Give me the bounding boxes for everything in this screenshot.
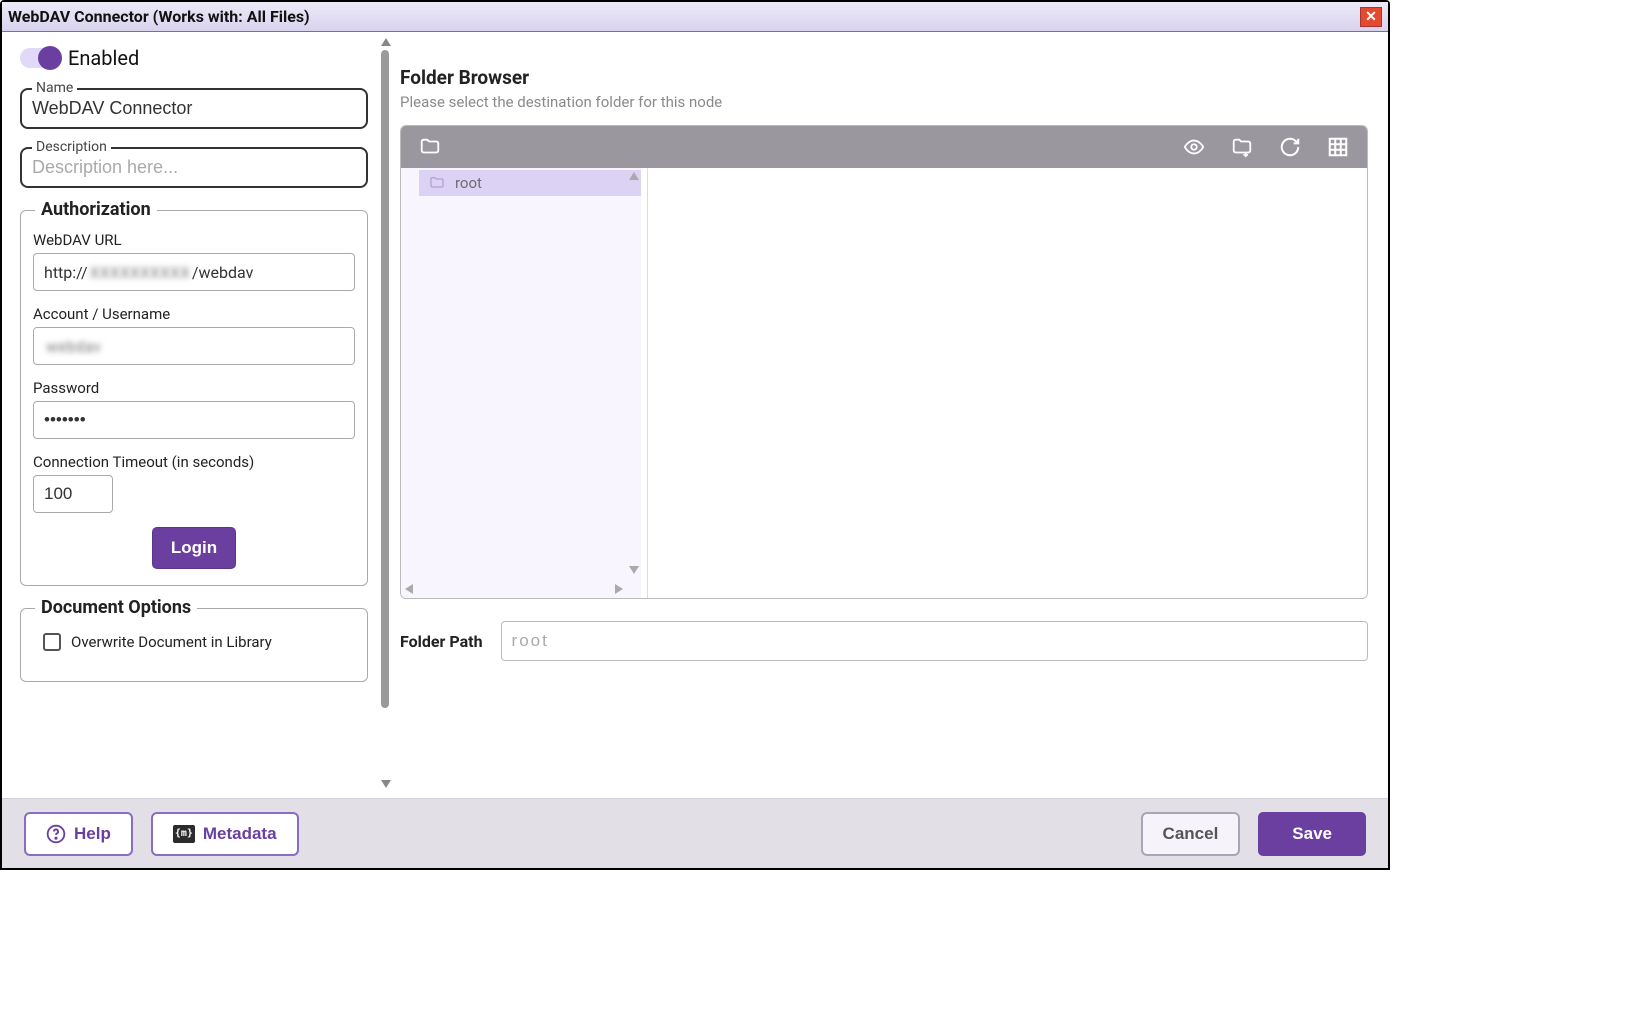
scroll-down-icon — [381, 780, 391, 788]
enabled-toggle[interactable] — [20, 48, 60, 68]
folder-browser-subtitle: Please select the destination folder for… — [400, 93, 1368, 111]
timeout-input[interactable] — [33, 475, 113, 513]
username-input[interactable]: webdav — [33, 327, 355, 365]
enabled-toggle-row: Enabled — [20, 46, 368, 70]
browser-toolbar — [401, 126, 1367, 168]
login-button[interactable]: Login — [152, 527, 236, 569]
name-field[interactable]: Name — [20, 88, 368, 129]
help-button[interactable]: Help — [24, 812, 133, 856]
url-suffix: /webdav — [192, 263, 253, 282]
content-area: Enabled Name Description Authorization W… — [2, 32, 1388, 798]
titlebar: WebDAV Connector (Works with: All Files)… — [2, 2, 1388, 32]
webdav-url-field: WebDAV URL http:// XXXXXXXXXX /webdav — [33, 231, 355, 291]
detail-pane — [647, 168, 1367, 598]
password-input[interactable] — [33, 401, 355, 439]
document-options-group: Document Options Overwrite Document in L… — [20, 608, 368, 682]
webdav-url-input[interactable]: http:// XXXXXXXXXX /webdav — [33, 253, 355, 291]
authorization-group: Authorization WebDAV URL http:// XXXXXXX… — [20, 210, 368, 586]
metadata-button[interactable]: {m} Metadata — [151, 812, 299, 856]
timeout-field: Connection Timeout (in seconds) — [33, 453, 355, 513]
password-label: Password — [33, 379, 355, 397]
folder-path-row: Folder Path — [400, 621, 1368, 661]
folder-icon[interactable] — [411, 128, 449, 166]
tree-item-label: root — [455, 174, 482, 192]
right-panel: Folder Browser Please select the destina… — [380, 32, 1388, 798]
tree-scroll-down-icon — [629, 566, 639, 574]
tree-scroll-up-icon — [629, 172, 639, 180]
enabled-label: Enabled — [68, 46, 139, 70]
overwrite-label: Overwrite Document in Library — [71, 633, 272, 651]
tree-scroll-left-icon — [405, 584, 413, 594]
username-value: webdav — [46, 337, 101, 356]
left-panel: Enabled Name Description Authorization W… — [2, 32, 380, 798]
description-legend: Description — [32, 139, 111, 155]
password-field: Password — [33, 379, 355, 439]
name-input[interactable] — [32, 98, 356, 119]
help-label: Help — [74, 824, 111, 844]
url-redacted: XXXXXXXXXX — [90, 263, 190, 282]
timeout-label: Connection Timeout (in seconds) — [33, 453, 355, 471]
description-input[interactable] — [32, 157, 356, 178]
url-prefix: http:// — [44, 263, 88, 282]
tree-pane: root — [401, 168, 641, 598]
scroll-up-icon — [381, 38, 391, 46]
toggle-knob — [38, 46, 62, 70]
overwrite-checkbox[interactable] — [43, 633, 61, 651]
authorization-legend: Authorization — [35, 199, 157, 220]
tree-item-root[interactable]: root — [419, 170, 641, 196]
tree-scroll-right-icon — [615, 584, 623, 594]
refresh-icon[interactable] — [1271, 128, 1309, 166]
metadata-label: Metadata — [203, 824, 277, 844]
eye-icon[interactable] — [1175, 128, 1213, 166]
username-field: Account / Username webdav — [33, 305, 355, 365]
folder-path-label: Folder Path — [400, 632, 483, 651]
close-icon: ✕ — [1365, 9, 1377, 25]
folder-browser-title: Folder Browser — [400, 66, 1368, 89]
scroll-thumb[interactable] — [381, 50, 389, 708]
browser-body: root — [401, 168, 1367, 598]
help-icon — [46, 824, 66, 844]
left-scrollbar[interactable] — [380, 38, 392, 788]
name-legend: Name — [32, 80, 77, 96]
window-title: WebDAV Connector (Works with: All Files) — [8, 7, 310, 26]
folder-browser: root — [400, 125, 1368, 599]
grid-icon[interactable] — [1319, 128, 1357, 166]
new-folder-icon[interactable] — [1223, 128, 1261, 166]
close-button[interactable]: ✕ — [1360, 7, 1382, 27]
folder-path-input[interactable] — [501, 621, 1368, 661]
description-field[interactable]: Description — [20, 147, 368, 188]
overwrite-row: Overwrite Document in Library — [43, 633, 355, 651]
webdav-url-label: WebDAV URL — [33, 231, 355, 249]
document-options-legend: Document Options — [35, 597, 197, 618]
metadata-icon: {m} — [173, 825, 195, 843]
username-label: Account / Username — [33, 305, 355, 323]
cancel-button[interactable]: Cancel — [1141, 812, 1241, 856]
footer: Help {m} Metadata Cancel Save — [2, 798, 1388, 868]
folder-icon — [427, 175, 447, 191]
cancel-label: Cancel — [1163, 824, 1219, 844]
save-button[interactable]: Save — [1258, 812, 1366, 856]
